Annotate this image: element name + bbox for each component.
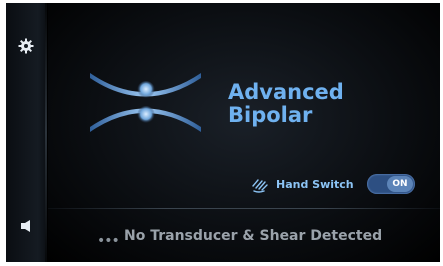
device-frame: Advanced Bipolar Hand Switch ON ••• No T… [0, 0, 443, 266]
sidebar-divider [45, 3, 47, 262]
gear-icon[interactable] [18, 38, 34, 54]
hand-switch-label: Hand Switch [276, 178, 354, 191]
bipolar-logo [90, 73, 201, 132]
main-panel: Advanced Bipolar Hand Switch ON ••• No T… [48, 3, 440, 262]
divider [48, 208, 440, 209]
page-title: Advanced Bipolar [228, 81, 344, 127]
status-message: No Transducer & Shear Detected [124, 228, 383, 244]
title-line-1: Advanced [228, 80, 344, 104]
screen: Advanced Bipolar Hand Switch ON ••• No T… [6, 3, 440, 262]
sidebar [6, 3, 47, 262]
toggle-state: ON [387, 176, 413, 192]
title-line-2: Bipolar [228, 103, 313, 127]
hand-switch-toggle[interactable]: ON [367, 174, 415, 194]
speaker-icon[interactable] [19, 219, 33, 233]
hand-icon [252, 179, 268, 193]
status-dots: ••• [97, 233, 120, 249]
